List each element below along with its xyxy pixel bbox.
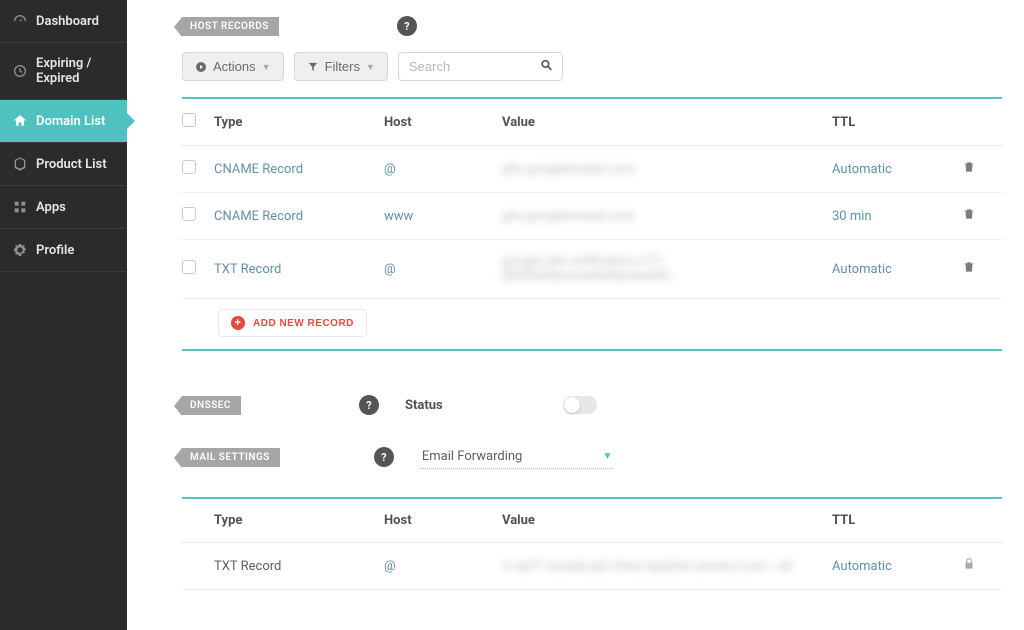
box-icon <box>12 156 28 172</box>
search-input[interactable] <box>398 52 563 81</box>
section-tag-host-records: HOST RECORDS <box>182 17 279 36</box>
sidebar-item-expiring[interactable]: Expiring / Expired <box>0 43 127 100</box>
sidebar-item-label: Dashboard <box>36 14 99 29</box>
chevron-down-icon: ▼ <box>262 62 271 72</box>
help-icon[interactable]: ? <box>359 395 379 415</box>
toggle-knob <box>564 397 580 413</box>
col-host: Host <box>384 513 502 528</box>
search-icon[interactable] <box>540 58 553 75</box>
sidebar-item-dashboard[interactable]: Dashboard <box>0 0 127 43</box>
cell-ttl[interactable]: Automatic <box>832 162 962 177</box>
sidebar: Dashboard Expiring / Expired Domain List… <box>0 0 127 630</box>
cell-value[interactable]: google-site-verification=xT1-000000Pknm3… <box>502 254 832 284</box>
table-row: TXT Record @ v=spf1 include:spf.efwd.reg… <box>182 543 1002 590</box>
actions-button[interactable]: Actions ▼ <box>182 52 284 81</box>
sidebar-item-label: Expiring / Expired <box>36 56 115 86</box>
sidebar-item-product-list[interactable]: Product List <box>0 143 127 186</box>
house-icon <box>12 113 28 129</box>
row-checkbox[interactable] <box>182 160 196 174</box>
plus-icon: + <box>231 316 245 330</box>
gauge-icon <box>12 13 28 29</box>
section-tag-mail-settings: MAIL SETTINGS <box>182 448 280 467</box>
cell-value[interactable]: ghs.googlehosted.com <box>502 162 832 177</box>
filter-icon <box>307 61 319 73</box>
sidebar-item-label: Product List <box>36 157 107 172</box>
actions-label: Actions <box>213 59 256 74</box>
cell-host[interactable]: @ <box>384 162 502 177</box>
sidebar-item-apps[interactable]: Apps <box>0 186 127 229</box>
sidebar-item-label: Apps <box>36 200 66 215</box>
dnssec-status-label: Status <box>405 398 443 413</box>
lock-icon <box>962 557 1002 575</box>
cell-type[interactable]: CNAME Record <box>214 162 384 177</box>
col-type: Type <box>214 115 384 130</box>
play-icon <box>195 61 207 73</box>
trash-icon[interactable] <box>962 260 1002 278</box>
chevron-down-icon: ▼ <box>602 451 612 462</box>
dnssec-toggle[interactable] <box>563 396 597 414</box>
chevron-down-icon: ▼ <box>366 62 375 72</box>
gear-icon <box>12 242 28 258</box>
cell-host: @ <box>384 559 502 574</box>
cell-host[interactable]: @ <box>384 262 502 277</box>
main-content: HOST RECORDS ? Actions ▼ Filters ▼ <box>127 0 1024 630</box>
filters-button[interactable]: Filters ▼ <box>294 52 388 81</box>
sidebar-item-label: Profile <box>36 243 74 258</box>
cell-type[interactable]: CNAME Record <box>214 209 384 224</box>
cell-ttl: Automatic <box>832 559 962 574</box>
table-row: TXT Record @ google-site-verification=xT… <box>182 240 1002 299</box>
row-checkbox[interactable] <box>182 260 196 274</box>
cell-ttl[interactable]: Automatic <box>832 262 962 277</box>
table-header: Type Host Value TTL <box>182 497 1002 543</box>
mail-records-table: Type Host Value TTL TXT Record @ v=spf1 … <box>182 497 1002 590</box>
mail-settings-value: Email Forwarding <box>422 449 522 464</box>
grid-icon <box>12 199 28 215</box>
col-type: Type <box>214 513 384 528</box>
col-value: Value <box>502 115 832 130</box>
cell-type: TXT Record <box>214 559 384 574</box>
cell-type[interactable]: TXT Record <box>214 262 384 277</box>
trash-icon[interactable] <box>962 207 1002 225</box>
trash-icon[interactable] <box>962 160 1002 178</box>
cell-value[interactable]: ghs.googlehosted.com <box>502 209 832 224</box>
table-header: Type Host Value TTL <box>182 97 1002 146</box>
sidebar-item-profile[interactable]: Profile <box>0 229 127 272</box>
add-new-record-label: ADD NEW RECORD <box>253 318 354 329</box>
row-checkbox[interactable] <box>182 207 196 221</box>
add-new-record-button[interactable]: + ADD NEW RECORD <box>218 309 367 337</box>
section-tag-dnssec: DNSSEC <box>182 396 241 415</box>
col-host: Host <box>384 115 502 130</box>
filters-label: Filters <box>325 59 360 74</box>
col-ttl: TTL <box>832 513 962 528</box>
table-row: CNAME Record @ ghs.googlehosted.com Auto… <box>182 146 1002 193</box>
sidebar-item-label: Domain List <box>36 114 105 129</box>
col-value: Value <box>502 513 832 528</box>
toolbar: Actions ▼ Filters ▼ <box>182 52 1002 81</box>
cell-host[interactable]: www <box>384 209 502 224</box>
table-row: CNAME Record www ghs.googlehosted.com 30… <box>182 193 1002 240</box>
select-all-checkbox[interactable] <box>182 113 196 127</box>
mail-settings-select[interactable]: Email Forwarding ▼ <box>420 445 612 469</box>
cell-ttl[interactable]: 30 min <box>832 209 962 224</box>
help-icon[interactable]: ? <box>374 447 394 467</box>
sidebar-item-domain-list[interactable]: Domain List <box>0 100 127 143</box>
help-icon[interactable]: ? <box>397 16 417 36</box>
cell-value: v=spf1 include:spf.efwd.registrar-server… <box>502 559 832 574</box>
clock-icon <box>12 63 28 79</box>
col-ttl: TTL <box>832 115 962 130</box>
host-records-table: Type Host Value TTL CNAME Record @ ghs.g… <box>182 97 1002 351</box>
